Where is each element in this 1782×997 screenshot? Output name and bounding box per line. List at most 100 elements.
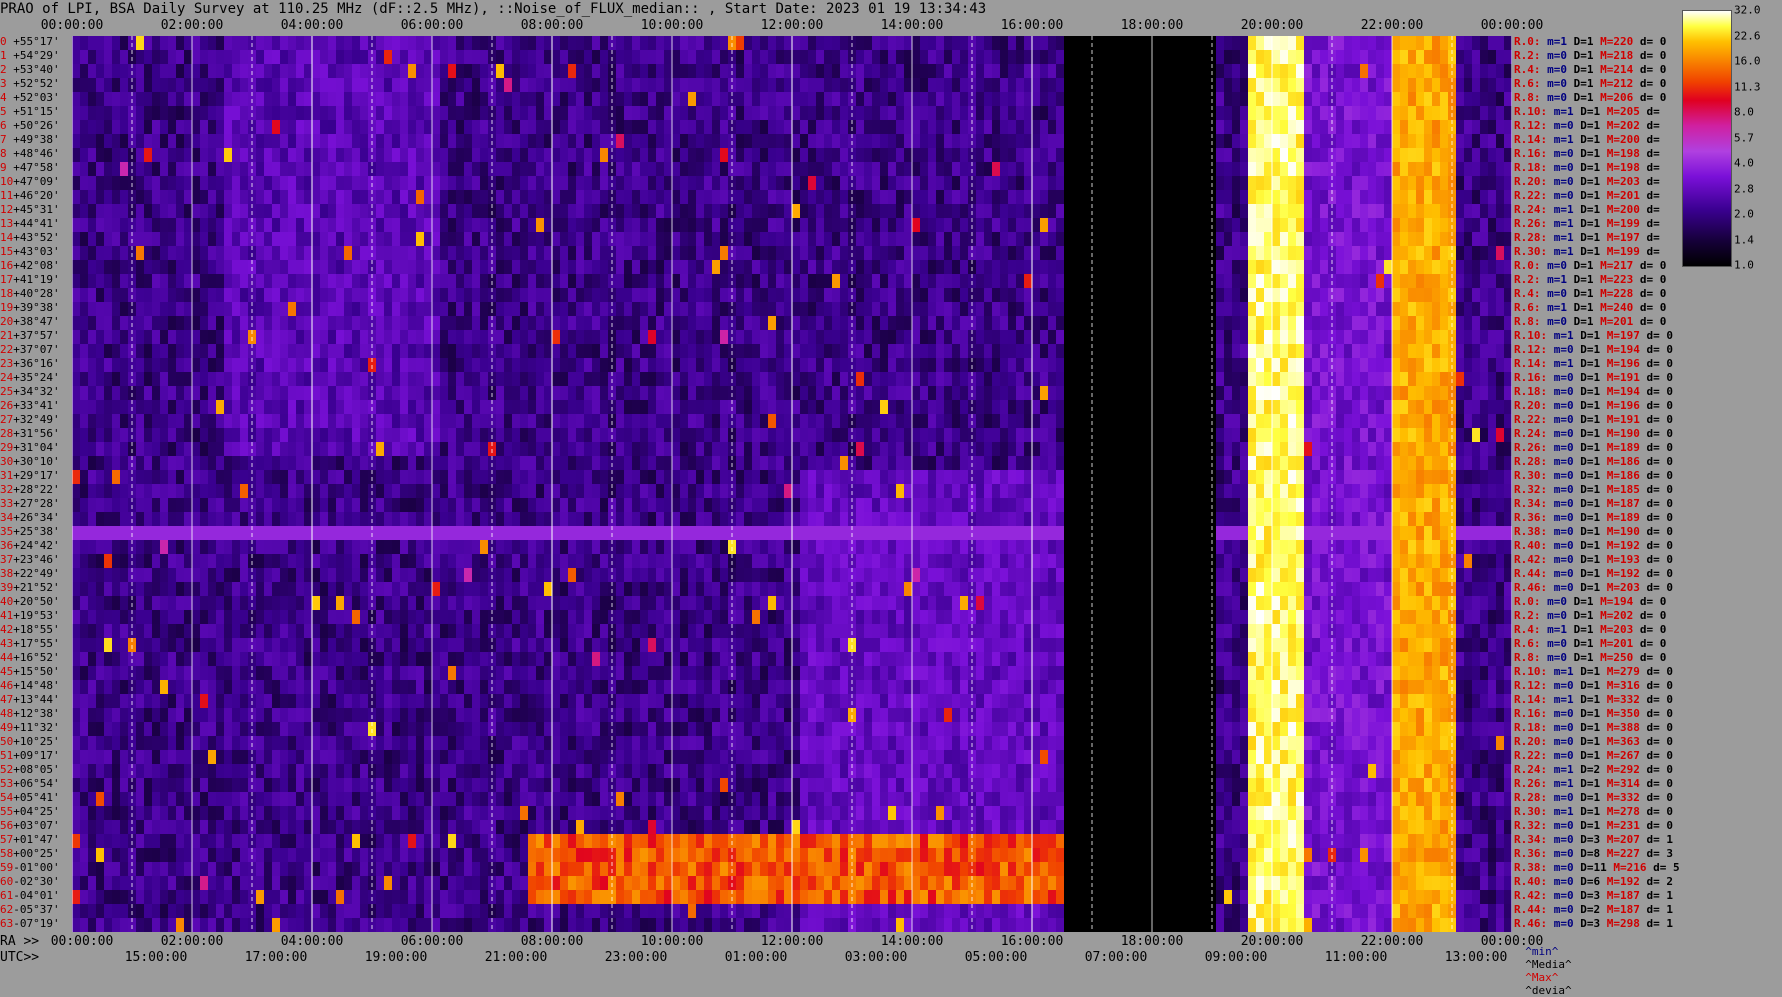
heatmap-cell [648, 904, 656, 919]
declination-label: 30+30°10' [0, 456, 60, 468]
heatmap-cell [296, 106, 304, 121]
heatmap-cell [288, 610, 296, 625]
heatmap-cell [400, 722, 408, 737]
heatmap-cell [640, 904, 648, 919]
heatmap-cell [632, 484, 640, 499]
heatmap-cell [256, 820, 264, 835]
heatmap-cell [480, 652, 488, 667]
heatmap-cell [600, 652, 608, 667]
heatmap-cell [200, 106, 208, 121]
heatmap-cell [144, 526, 152, 541]
heatmap-cell [640, 610, 648, 625]
heatmap-cell [336, 764, 344, 779]
heatmap-cell [320, 680, 328, 695]
heatmap-cell [80, 918, 88, 932]
heatmap-cell [496, 848, 504, 863]
heatmap-cell [656, 120, 664, 135]
heatmap-cell [160, 764, 168, 779]
heatmap-cell [552, 666, 560, 681]
heatmap-cell [520, 834, 528, 849]
heatmap-cell [496, 92, 504, 107]
heatmap-cell [664, 736, 672, 751]
heatmap-cell [208, 638, 216, 653]
heatmap-cell [304, 274, 312, 289]
heatmap-cell [192, 582, 200, 597]
heatmap-cell [424, 344, 432, 359]
heatmap-cell [472, 162, 480, 177]
row-index: 4 [0, 91, 14, 104]
heatmap-cell [272, 834, 280, 849]
heatmap-cell [560, 512, 568, 527]
heatmap-cell [272, 274, 280, 289]
heatmap-cell [320, 638, 328, 653]
heatmap-cell [232, 134, 240, 149]
heatmap-cell [168, 526, 176, 541]
heatmap-cell [512, 680, 520, 695]
heatmap-cell [176, 134, 184, 149]
declination-value: +50°26' [13, 119, 60, 132]
heatmap-cell [528, 288, 536, 303]
heatmap-cell [328, 540, 336, 555]
heatmap-cell [112, 540, 120, 555]
heatmap-cell [512, 596, 520, 611]
heatmap-cell [464, 652, 472, 667]
heatmap-cell [624, 876, 632, 891]
declination-label: 52+08°05' [0, 764, 60, 776]
heatmap-cell [528, 750, 536, 765]
heatmap-cell [544, 834, 552, 849]
heatmap-cell [584, 442, 592, 457]
heatmap-cell [512, 722, 520, 737]
declination-value: +09°17' [13, 749, 60, 762]
heatmap-cell [184, 442, 192, 457]
heatmap-cell [296, 442, 304, 457]
heatmap-cell [104, 470, 112, 485]
heatmap-cell [360, 134, 368, 149]
heatmap-cell [232, 260, 240, 275]
heatmap-cell [480, 190, 488, 205]
heatmap-cell [152, 176, 160, 191]
heatmap-cell [288, 106, 296, 121]
heatmap-cell [632, 218, 640, 233]
declination-value: +18°55' [13, 623, 60, 636]
heatmap-cell [464, 568, 472, 583]
heatmap-cell [640, 106, 648, 121]
heatmap-cell [576, 638, 584, 653]
row-index: 56 [0, 819, 14, 832]
heatmap-cell [408, 358, 416, 373]
heatmap-cell [384, 834, 392, 849]
heatmap-cell [656, 78, 664, 93]
heatmap-cell [112, 652, 120, 667]
heatmap-cell [72, 890, 80, 905]
heatmap-cell [376, 694, 384, 709]
heatmap-cell [256, 106, 264, 121]
row-index: 12 [0, 203, 14, 216]
heatmap-cell [232, 484, 240, 499]
heatmap-cell [384, 218, 392, 233]
heatmap-cell [640, 232, 648, 247]
heatmap-cell [96, 400, 104, 415]
heatmap-cell [160, 554, 168, 569]
heatmap-cell [584, 498, 592, 513]
heatmap-cell [152, 638, 160, 653]
heatmap-cell [88, 36, 96, 51]
heatmap-cell [352, 708, 360, 723]
heatmap-cell [560, 778, 568, 793]
heatmap-cell [552, 358, 560, 373]
heatmap-cell [104, 386, 112, 401]
declination-value: -01°00' [13, 861, 60, 874]
heatmap-cell [648, 918, 656, 932]
heatmap-cell [344, 120, 352, 135]
heatmap-cell [576, 358, 584, 373]
heatmap-cell [272, 288, 280, 303]
heatmap-cell [168, 624, 176, 639]
heatmap-cell [320, 400, 328, 415]
heatmap-cell [584, 694, 592, 709]
heatmap-cell [456, 134, 464, 149]
heatmap-cell [216, 890, 224, 905]
heatmap-cell [552, 554, 560, 569]
heatmap-cell [592, 526, 600, 541]
heatmap-cell [208, 904, 216, 919]
heatmap-cell [480, 610, 488, 625]
heatmap-cell [456, 722, 464, 737]
heatmap-cell [96, 638, 104, 653]
